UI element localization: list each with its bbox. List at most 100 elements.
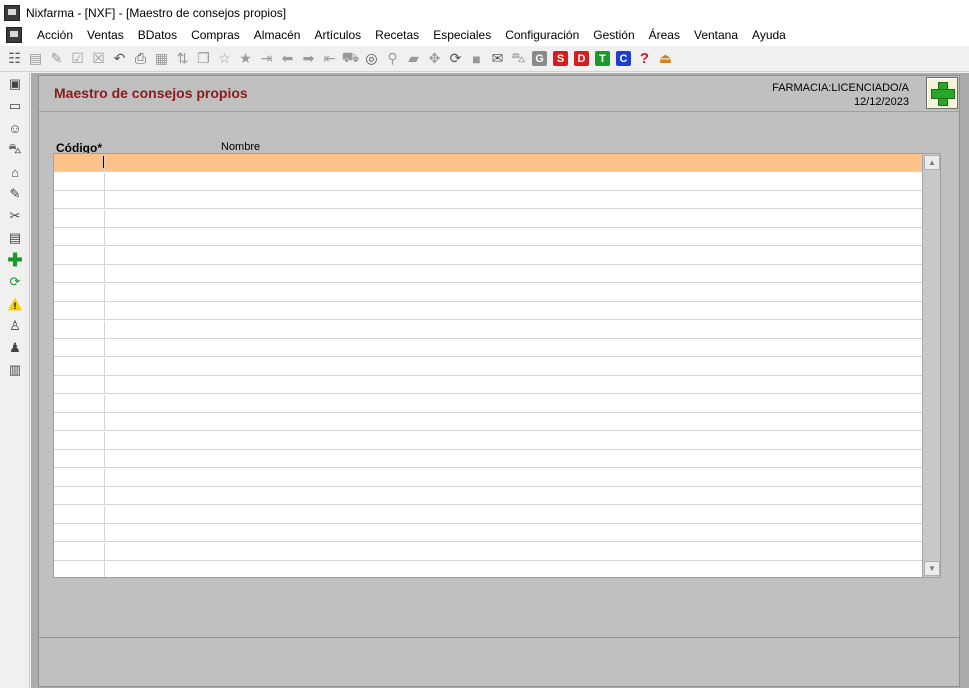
menu-ayuda[interactable]: Ayuda bbox=[745, 25, 793, 45]
s-button-icon[interactable]: S bbox=[550, 48, 571, 70]
cart-icon[interactable]: ⛍ bbox=[508, 48, 529, 70]
codigo-cell[interactable] bbox=[54, 432, 105, 450]
export-icon[interactable]: ⇥ bbox=[256, 48, 277, 70]
table-row[interactable] bbox=[54, 561, 922, 577]
consejos-grid[interactable]: ▲ ▼ bbox=[53, 153, 941, 578]
table-row[interactable] bbox=[54, 173, 922, 191]
menu-almacen[interactable]: Almacén bbox=[247, 25, 308, 45]
undo-icon[interactable]: ↶ bbox=[109, 48, 130, 70]
scroll-down-icon[interactable]: ▼ bbox=[924, 561, 940, 576]
table-row[interactable] bbox=[54, 432, 922, 450]
codigo-cell[interactable] bbox=[54, 487, 105, 505]
sync-icon[interactable]: ⟳ bbox=[0, 271, 30, 293]
g-button-icon[interactable]: G bbox=[529, 48, 550, 70]
menu-recetas[interactable]: Recetas bbox=[368, 25, 426, 45]
star-outline-icon[interactable]: ☆ bbox=[214, 48, 235, 70]
pharmacy-cross-icon[interactable]: ✚ bbox=[0, 249, 30, 271]
table-row[interactable] bbox=[54, 376, 922, 394]
table-row[interactable] bbox=[54, 228, 922, 246]
table-row[interactable] bbox=[54, 469, 922, 487]
pill-icon[interactable]: ✎ bbox=[0, 183, 30, 205]
table-row[interactable] bbox=[54, 321, 922, 339]
star-icon[interactable]: ★ bbox=[235, 48, 256, 70]
table-row[interactable] bbox=[54, 524, 922, 542]
document-icon[interactable]: ▤ bbox=[25, 48, 46, 70]
edit-icon[interactable]: ✎ bbox=[46, 48, 67, 70]
table-row[interactable] bbox=[54, 210, 922, 228]
folder-icon[interactable]: ▰ bbox=[403, 48, 424, 70]
menu-compras[interactable]: Compras bbox=[184, 25, 247, 45]
codigo-cell[interactable] bbox=[54, 543, 105, 561]
help-icon[interactable]: ? bbox=[634, 48, 655, 70]
users-icon[interactable]: ♟ bbox=[0, 337, 30, 359]
sales-icon[interactable]: ▣ bbox=[0, 73, 30, 95]
codigo-cell[interactable] bbox=[54, 265, 105, 283]
table-row[interactable] bbox=[54, 358, 922, 376]
selected-table-row[interactable] bbox=[54, 154, 922, 172]
customer-icon[interactable]: ☺ bbox=[0, 117, 30, 139]
table-row[interactable] bbox=[54, 395, 922, 413]
mail-icon[interactable]: ✉ bbox=[487, 48, 508, 70]
codigo-cell[interactable] bbox=[54, 321, 105, 339]
checklist-icon[interactable]: ☑ bbox=[67, 48, 88, 70]
menu-especiales[interactable]: Especiales bbox=[426, 25, 498, 45]
stop-icon[interactable]: ■ bbox=[466, 48, 487, 70]
register-icon[interactable]: ▤ bbox=[0, 227, 30, 249]
table-row[interactable] bbox=[54, 487, 922, 505]
warning-icon[interactable]: ! bbox=[0, 293, 30, 315]
copy-icon[interactable]: ❐ bbox=[193, 48, 214, 70]
menu-configuracion[interactable]: Configuración bbox=[498, 25, 586, 45]
table-row[interactable] bbox=[54, 247, 922, 265]
ticket-icon[interactable]: ▭ bbox=[0, 95, 30, 117]
app-icon[interactable] bbox=[4, 5, 20, 21]
table-row[interactable] bbox=[54, 191, 922, 209]
table-row[interactable] bbox=[54, 543, 922, 561]
location-icon[interactable]: ⚲ bbox=[382, 48, 403, 70]
table-row[interactable] bbox=[54, 302, 922, 320]
menu-articulos[interactable]: Artículos bbox=[307, 25, 368, 45]
vertical-scrollbar[interactable]: ▲ ▼ bbox=[922, 154, 940, 577]
child-window-icon[interactable] bbox=[6, 27, 22, 43]
table-row[interactable] bbox=[54, 265, 922, 283]
codigo-cell[interactable] bbox=[54, 413, 105, 431]
codigo-cell[interactable] bbox=[54, 191, 105, 209]
codigo-cell[interactable] bbox=[54, 469, 105, 487]
codigo-cell[interactable] bbox=[54, 302, 105, 320]
codigo-cell[interactable] bbox=[54, 247, 105, 265]
menu-accion[interactable]: Acción bbox=[30, 25, 80, 45]
prescription-icon[interactable]: ✂ bbox=[0, 205, 30, 227]
codigo-cell[interactable] bbox=[54, 376, 105, 394]
table-row[interactable] bbox=[54, 506, 922, 524]
table-row[interactable] bbox=[54, 450, 922, 468]
exit-icon[interactable]: ⏏ bbox=[655, 48, 676, 70]
table-row[interactable] bbox=[54, 413, 922, 431]
car-icon[interactable]: ⛟ bbox=[340, 48, 361, 70]
menu-gestion[interactable]: Gestión bbox=[586, 25, 641, 45]
table-row[interactable] bbox=[54, 284, 922, 302]
import-icon[interactable]: ⇤ bbox=[319, 48, 340, 70]
shopping-cart-icon[interactable]: ⛍ bbox=[0, 139, 30, 161]
print-icon[interactable]: ⎙ bbox=[130, 48, 151, 70]
menu-areas[interactable]: Áreas bbox=[642, 25, 687, 45]
barcode-icon[interactable]: ▥ bbox=[0, 359, 30, 381]
codigo-cell[interactable] bbox=[54, 284, 105, 302]
codigo-cell[interactable] bbox=[54, 395, 105, 413]
arrow-right-icon[interactable]: ➡ bbox=[298, 48, 319, 70]
t-button-icon[interactable]: T bbox=[592, 48, 613, 70]
user-icon[interactable]: ♙ bbox=[0, 315, 30, 337]
filter-icon[interactable]: ▦ bbox=[151, 48, 172, 70]
add-button[interactable] bbox=[926, 77, 958, 109]
codigo-cell[interactable] bbox=[54, 358, 105, 376]
codigo-cell[interactable] bbox=[54, 210, 105, 228]
list-icon[interactable]: ☷ bbox=[4, 48, 25, 70]
delete-icon[interactable]: ☒ bbox=[88, 48, 109, 70]
refresh-icon[interactable]: ⟳ bbox=[445, 48, 466, 70]
search-icon[interactable]: ◎ bbox=[361, 48, 382, 70]
move-icon[interactable]: ✥ bbox=[424, 48, 445, 70]
menu-bdatos[interactable]: BDatos bbox=[131, 25, 184, 45]
codigo-cell[interactable] bbox=[54, 506, 105, 524]
c-button-icon[interactable]: C bbox=[613, 48, 634, 70]
codigo-cell[interactable] bbox=[54, 154, 105, 172]
codigo-cell[interactable] bbox=[54, 228, 105, 246]
codigo-cell[interactable] bbox=[54, 339, 105, 357]
